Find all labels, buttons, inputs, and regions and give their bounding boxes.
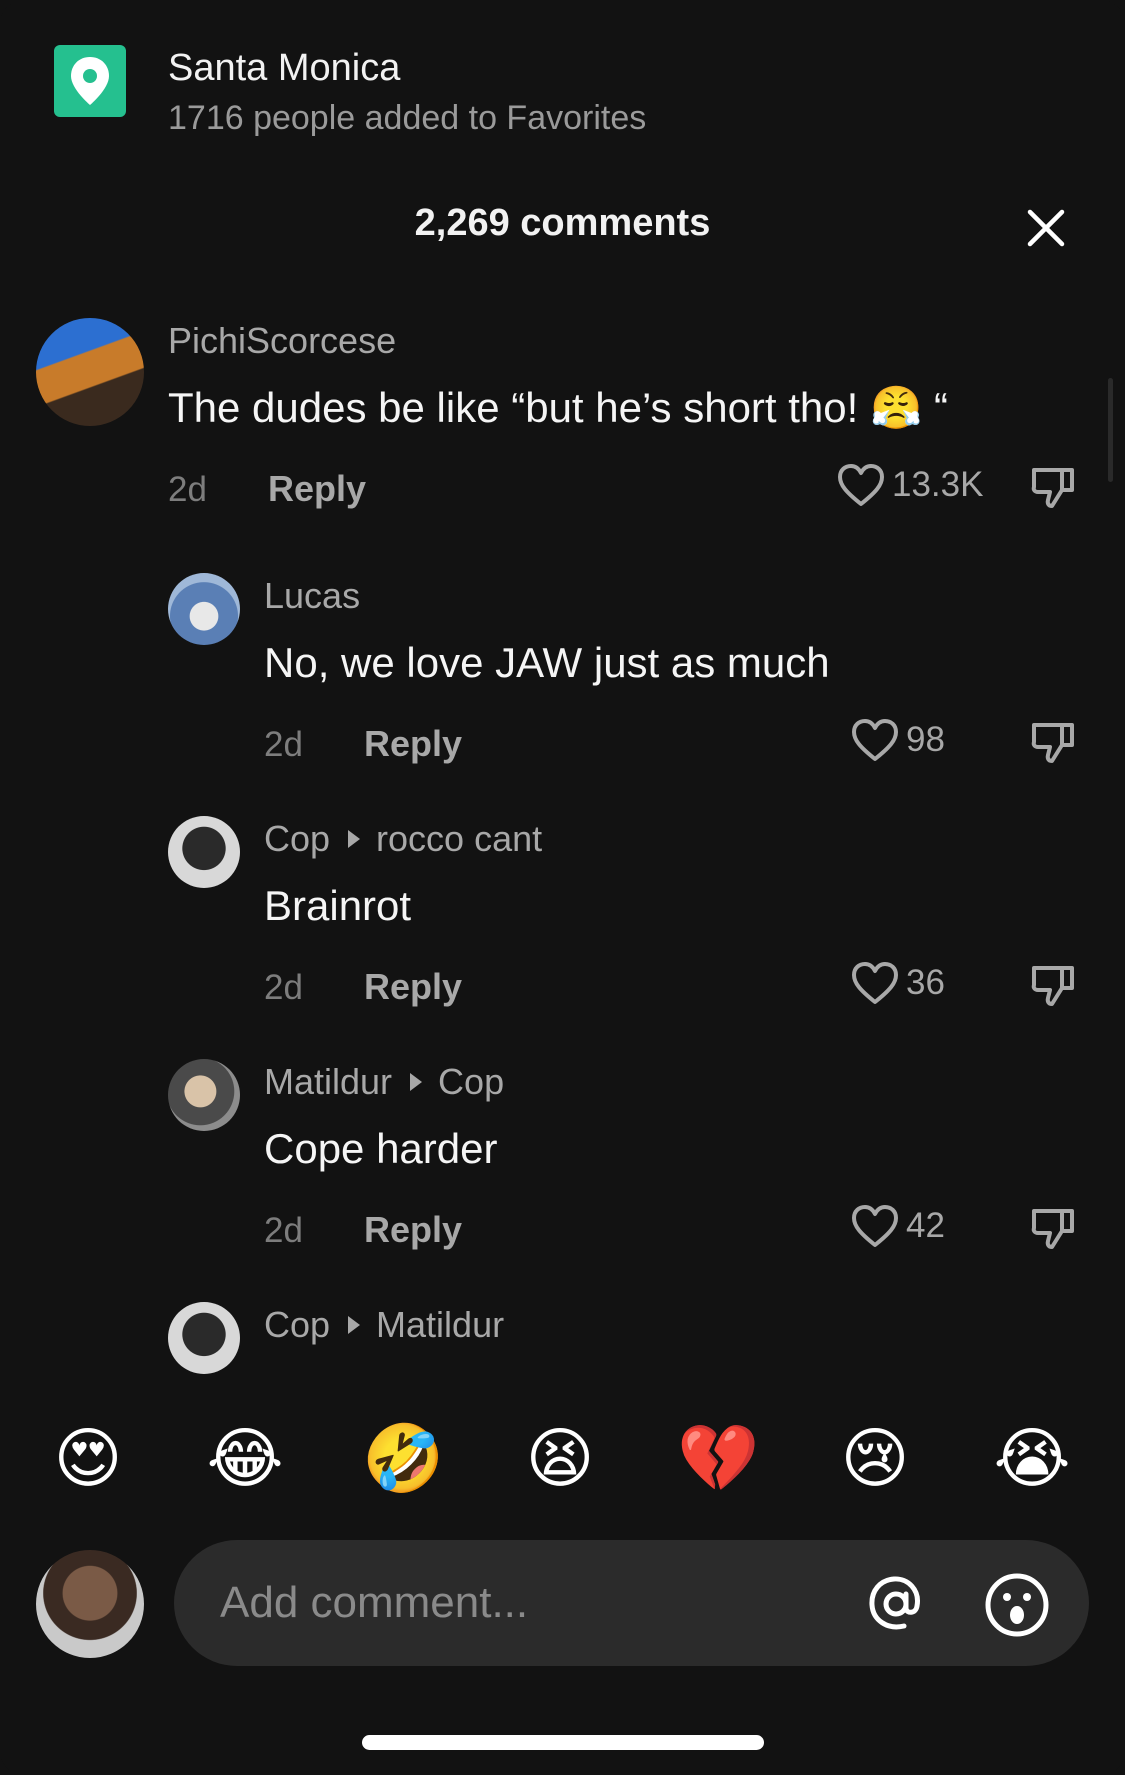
- emoji-loudly-crying[interactable]: 😭: [992, 1418, 1072, 1498]
- reply-to-username[interactable]: rocco cant: [376, 818, 542, 860]
- add-comment-input[interactable]: Add comment...: [174, 1540, 1089, 1666]
- like-button[interactable]: 98: [850, 717, 945, 763]
- location-pin-icon: [54, 45, 126, 117]
- reply-arrow-icon: [410, 1073, 423, 1091]
- location-banner[interactable]: Santa Monica 1716 people added to Favori…: [54, 45, 646, 137]
- reply-to-username[interactable]: Cop: [438, 1061, 504, 1103]
- emoji-heart-eyes[interactable]: 😍: [48, 1418, 128, 1498]
- dislike-icon[interactable]: [1030, 719, 1076, 770]
- avatar[interactable]: [168, 1302, 240, 1374]
- reply-button[interactable]: Reply: [364, 1209, 462, 1251]
- comment-text: Brainrot: [264, 882, 412, 929]
- comment-username[interactable]: Matildur Cop: [264, 1061, 504, 1103]
- heart-icon: [852, 719, 898, 761]
- comment-item: PichiScorcese The dudes be like “but he’…: [0, 300, 1125, 509]
- username-text: PichiScorcese: [168, 320, 397, 361]
- reply-item: Matildur Cop Cope harder 2d Reply 42: [0, 1041, 1125, 1250]
- username-text: Matildur: [264, 1061, 393, 1102]
- reply-button[interactable]: Reply: [268, 468, 366, 510]
- location-subtitle: 1716 people added to Favorites: [168, 99, 647, 137]
- comment-username[interactable]: Cop rocco cant: [264, 818, 542, 860]
- comment-time: 2d: [264, 1211, 303, 1250]
- comment-time: 2d: [264, 968, 303, 1007]
- comments-count-title: 2,269 comments: [414, 202, 711, 244]
- reply-to-username[interactable]: Matildur: [376, 1304, 504, 1346]
- username-text: Lucas: [264, 575, 361, 616]
- reply-button[interactable]: Reply: [364, 966, 462, 1008]
- emoji-rolling-laughing[interactable]: 🤣: [362, 1418, 444, 1498]
- comment-username[interactable]: Lucas: [264, 575, 360, 617]
- emoji-tears-of-joy[interactable]: 😂: [205, 1418, 285, 1498]
- heart-icon: [838, 464, 884, 506]
- like-count: 36: [906, 963, 945, 1002]
- username-text: Cop: [264, 818, 331, 859]
- comment-username[interactable]: PichiScorcese: [168, 320, 396, 362]
- emoji-picker-icon[interactable]: [984, 1572, 1050, 1638]
- avatar[interactable]: [168, 1059, 240, 1131]
- comment-text: No, we love JAW just as much: [264, 639, 830, 686]
- like-count: 13.3K: [892, 465, 984, 504]
- comment-time: 2d: [168, 470, 207, 509]
- username-text: Cop: [264, 1304, 331, 1345]
- comments-list: PichiScorcese The dudes be like “but he’…: [0, 300, 1125, 1378]
- comment-username[interactable]: Cop Matildur: [264, 1304, 504, 1346]
- heart-icon: [852, 1205, 898, 1247]
- my-avatar[interactable]: [36, 1550, 144, 1658]
- quick-emoji-bar: 😍 😂 🤣 😫 💔 😢 😭: [0, 1418, 1125, 1498]
- home-indicator[interactable]: [362, 1735, 764, 1750]
- input-placeholder: Add comment...: [220, 1578, 529, 1627]
- reply-item: Cop Matildur: [0, 1284, 1125, 1378]
- reply-item: Cop rocco cant Brainrot 2d Reply 36: [0, 798, 1125, 1007]
- reply-button[interactable]: Reply: [364, 723, 462, 765]
- dislike-icon[interactable]: [1030, 1205, 1076, 1256]
- like-button[interactable]: 42: [850, 1203, 945, 1249]
- comment-time: 2d: [264, 725, 303, 764]
- reply-arrow-icon: [348, 830, 361, 848]
- avatar[interactable]: [168, 573, 240, 645]
- emoji-crying-face[interactable]: 😢: [835, 1418, 915, 1498]
- like-count: 42: [906, 1206, 945, 1245]
- at-mention-icon[interactable]: [864, 1572, 928, 1636]
- comment-text: The dudes be like “but he’s short tho! 😤…: [168, 384, 948, 431]
- dislike-icon[interactable]: [1030, 962, 1076, 1013]
- like-count: 98: [906, 720, 945, 759]
- like-button[interactable]: 36: [850, 960, 945, 1006]
- comments-sheet: Santa Monica 1716 people added to Favori…: [0, 0, 1125, 1775]
- avatar[interactable]: [168, 816, 240, 888]
- reply-item: Lucas No, we love JAW just as much 2d Re…: [0, 555, 1125, 764]
- emoji-broken-heart[interactable]: 💔: [677, 1418, 759, 1498]
- comment-text: Cope harder: [264, 1125, 498, 1172]
- avatar[interactable]: [36, 318, 144, 426]
- reply-arrow-icon: [348, 1316, 361, 1334]
- emoji-tired-face[interactable]: 😫: [520, 1418, 600, 1498]
- close-icon[interactable]: [1022, 204, 1070, 252]
- like-button[interactable]: 13.3K: [836, 462, 983, 508]
- location-title: Santa Monica: [168, 47, 401, 89]
- dislike-icon[interactable]: [1030, 464, 1076, 515]
- heart-icon: [852, 962, 898, 1004]
